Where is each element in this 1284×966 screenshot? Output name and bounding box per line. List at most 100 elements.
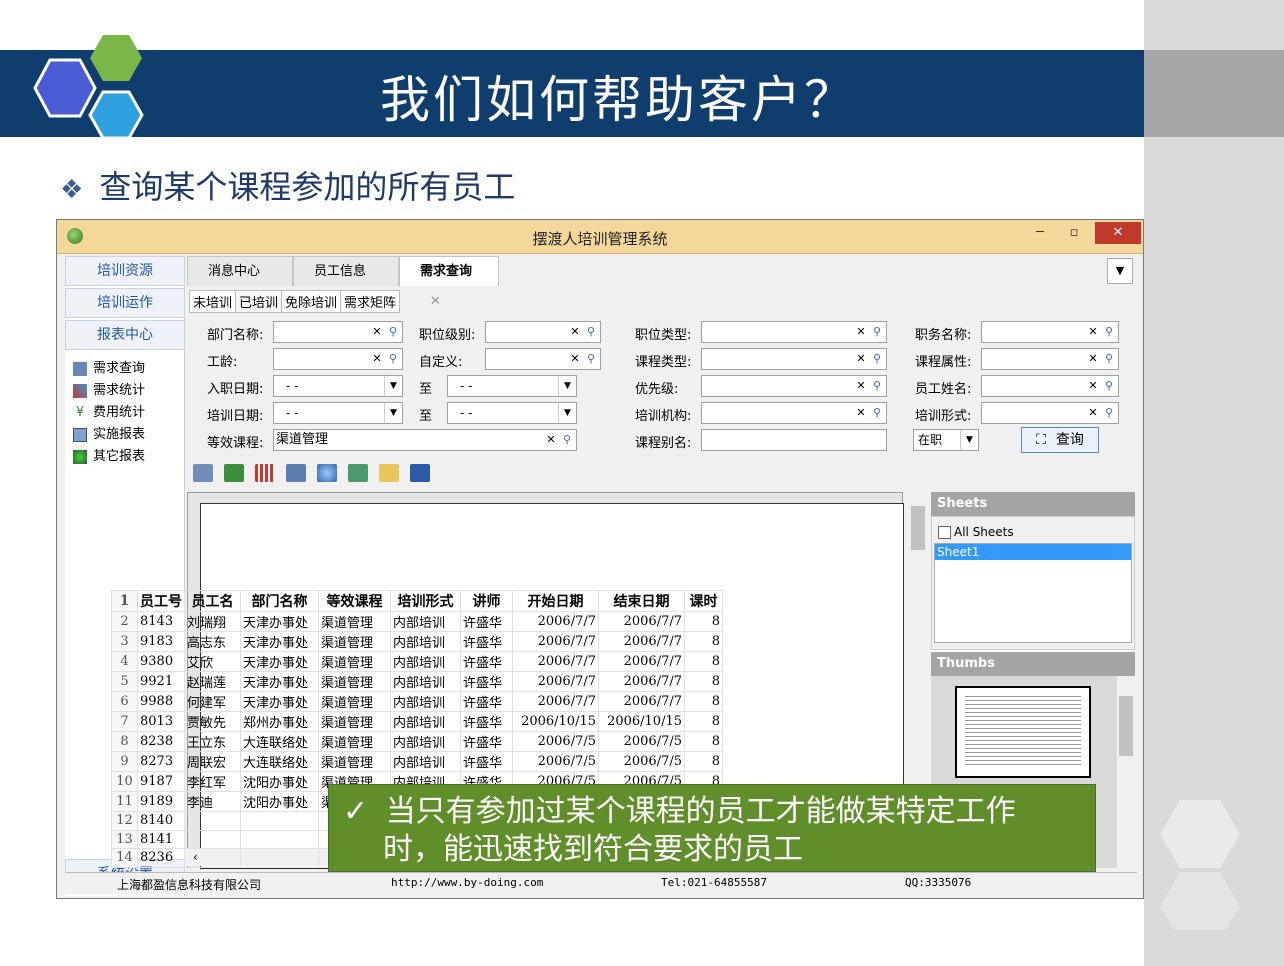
- print-icon[interactable]: [193, 464, 213, 482]
- sheet1-item[interactable]: Sheet1: [935, 544, 1131, 560]
- search-icon[interactable]: ⚲: [870, 351, 884, 367]
- checkbox-icon[interactable]: [938, 525, 951, 539]
- thumbs-scroll-thumb[interactable]: [1119, 696, 1133, 756]
- search-icon[interactable]: ⚲: [584, 324, 598, 340]
- clear-icon[interactable]: ✕: [568, 351, 582, 367]
- traindate-to[interactable]: - - ▼: [447, 402, 577, 424]
- minimize-button[interactable]: ─: [1023, 222, 1057, 244]
- search-icon[interactable]: ⚲: [870, 378, 884, 394]
- date-value: - -: [286, 379, 299, 393]
- coursetype-input[interactable]: ✕ ⚲: [701, 348, 887, 370]
- custom-input[interactable]: ✕ ⚲: [485, 348, 601, 370]
- tab-message-center[interactable]: 消息中心: [187, 256, 293, 286]
- search-icon[interactable]: ⚲: [1102, 378, 1116, 394]
- book-icon[interactable]: [410, 464, 430, 482]
- subtab-untrained[interactable]: 未培训: [189, 290, 237, 313]
- search-icon[interactable]: ⚲: [1102, 324, 1116, 340]
- org-input[interactable]: ✕ ⚲: [701, 402, 887, 424]
- table-cell: 许盛华: [460, 711, 513, 732]
- clear-icon[interactable]: ✕: [1086, 405, 1100, 421]
- courseattr-input[interactable]: ✕ ⚲: [981, 348, 1119, 370]
- table-cell: 2006/7/5: [512, 731, 599, 752]
- subtab-trained[interactable]: 已培训: [235, 290, 283, 313]
- joindate-from[interactable]: - - ▼: [273, 375, 403, 397]
- poslevel-input[interactable]: ✕ ⚲: [485, 321, 601, 343]
- clear-icon[interactable]: ✕: [1086, 378, 1100, 394]
- page-thumbnail[interactable]: [955, 686, 1091, 778]
- clear-icon[interactable]: ✕: [370, 324, 384, 340]
- subtab-exempt[interactable]: 免除培训: [281, 290, 342, 313]
- search-icon[interactable]: ⚲: [870, 405, 884, 421]
- clear-icon[interactable]: ✕: [568, 324, 582, 340]
- nav-item-demand-stats[interactable]: 需求统计: [73, 380, 145, 402]
- table-cell: 8140: [137, 811, 185, 831]
- custom-label: 自定义:: [419, 355, 463, 370]
- traindate-from[interactable]: - - ▼: [273, 402, 403, 424]
- table-cell: 2006/10/15: [512, 711, 599, 732]
- equiv-input[interactable]: 渠道管理 ✕ ⚲: [273, 429, 577, 451]
- tab-dropdown-button[interactable]: ▼: [1107, 258, 1133, 284]
- status-select[interactable]: 在职 ▼: [913, 429, 979, 451]
- row-number: 7: [111, 711, 138, 732]
- magnet-icon[interactable]: [255, 464, 275, 482]
- clear-icon[interactable]: ✕: [854, 351, 868, 367]
- seniority-input[interactable]: ✕ ⚲: [273, 348, 403, 370]
- clear-icon[interactable]: ✕: [854, 324, 868, 340]
- email-icon[interactable]: [379, 464, 399, 482]
- maximize-button[interactable]: ▫: [1057, 222, 1091, 244]
- search-icon[interactable]: ⚲: [386, 324, 400, 340]
- search-icon[interactable]: ⚲: [1102, 405, 1116, 421]
- table-cell: 渠道管理: [318, 691, 391, 712]
- clear-icon[interactable]: ✕: [544, 432, 558, 448]
- trainform-input[interactable]: ✕ ⚲: [981, 402, 1119, 424]
- excel-icon[interactable]: [224, 464, 244, 482]
- empname-input[interactable]: ✕ ⚲: [981, 375, 1119, 397]
- tab-employee-info[interactable]: 员工信息: [293, 256, 399, 286]
- layout-icon[interactable]: [286, 464, 306, 482]
- table-cell: 2006/7/5: [598, 731, 685, 752]
- export-icon[interactable]: [348, 464, 368, 482]
- nav-training-resources[interactable]: 培训资源: [65, 256, 185, 286]
- clear-icon[interactable]: ✕: [854, 405, 868, 421]
- clear-icon[interactable]: ✕: [854, 378, 868, 394]
- nav-item-cost-stats[interactable]: ¥ 费用统计: [73, 402, 145, 424]
- search-icon[interactable]: ⚲: [584, 351, 598, 367]
- table-cell: 许盛华: [460, 691, 513, 712]
- joindate-to[interactable]: - - ▼: [447, 375, 577, 397]
- table-cell: 渠道管理: [318, 631, 391, 652]
- tab-close-icon[interactable]: ✕: [430, 294, 441, 309]
- thumbs-scrollbar[interactable]: [1117, 676, 1135, 868]
- column-header: 等效课程: [318, 590, 391, 612]
- zoom-icon[interactable]: [317, 464, 337, 482]
- priority-input[interactable]: ✕ ⚲: [701, 375, 887, 397]
- nav-item-demand-query[interactable]: 需求查询: [73, 358, 145, 380]
- search-icon[interactable]: ⚲: [560, 432, 574, 448]
- clear-icon[interactable]: ✕: [370, 351, 384, 367]
- report-list: 需求查询 需求统计 ¥ 费用统计 实施报表 其它报表: [73, 358, 145, 468]
- postype-input[interactable]: ✕ ⚲: [701, 321, 887, 343]
- subtab-matrix[interactable]: 需求矩阵: [340, 290, 401, 313]
- all-sheets-checkbox[interactable]: All Sheets: [938, 525, 1014, 539]
- table-cell: 8: [684, 651, 723, 672]
- table-cell: 大连联络处: [240, 751, 319, 772]
- nav-training-operations[interactable]: 培训运作: [65, 288, 185, 318]
- scroll-thumb[interactable]: [911, 506, 925, 550]
- search-icon[interactable]: ⚲: [870, 324, 884, 340]
- query-button[interactable]: ⛶ 查询: [1021, 427, 1099, 453]
- dept-input[interactable]: ✕ ⚲: [273, 321, 403, 343]
- nav-report-center[interactable]: 报表中心: [65, 320, 185, 350]
- postype-label: 职位类型:: [635, 328, 692, 343]
- search-icon[interactable]: ⚲: [1102, 351, 1116, 367]
- close-button[interactable]: ✕: [1095, 222, 1141, 244]
- duty-input[interactable]: ✕ ⚲: [981, 321, 1119, 343]
- clear-icon[interactable]: ✕: [1086, 324, 1100, 340]
- clear-icon[interactable]: ✕: [1086, 351, 1100, 367]
- chart-icon: [73, 384, 87, 398]
- dropdown-icon: ▼: [558, 403, 576, 423]
- nav-item-other-report[interactable]: 其它报表: [73, 446, 145, 468]
- alias-input[interactable]: [701, 429, 887, 451]
- tab-demand-query[interactable]: 需求查询 ✕: [399, 256, 499, 309]
- table-cell: [184, 829, 241, 849]
- nav-item-impl-report[interactable]: 实施报表: [73, 424, 145, 446]
- search-icon[interactable]: ⚲: [386, 351, 400, 367]
